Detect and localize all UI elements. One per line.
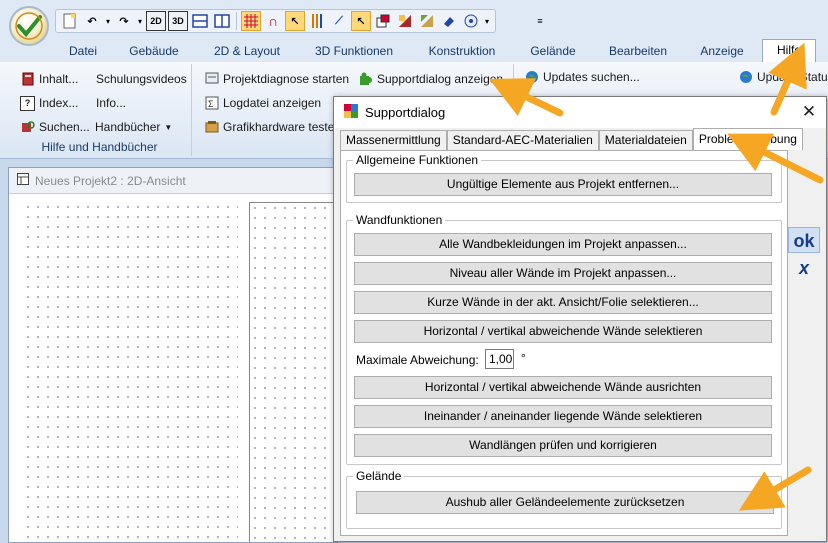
annotation-arrows <box>489 42 824 511</box>
arrow-to-supportdialog <box>489 78 564 117</box>
arrow-to-problembehebung-tab <box>727 133 824 184</box>
arrow-to-reset-excavation <box>738 466 812 511</box>
app-logo-icon <box>15 12 43 40</box>
arrow-to-hilfe-tab <box>768 42 807 116</box>
app-menu-button[interactable] <box>9 6 49 46</box>
